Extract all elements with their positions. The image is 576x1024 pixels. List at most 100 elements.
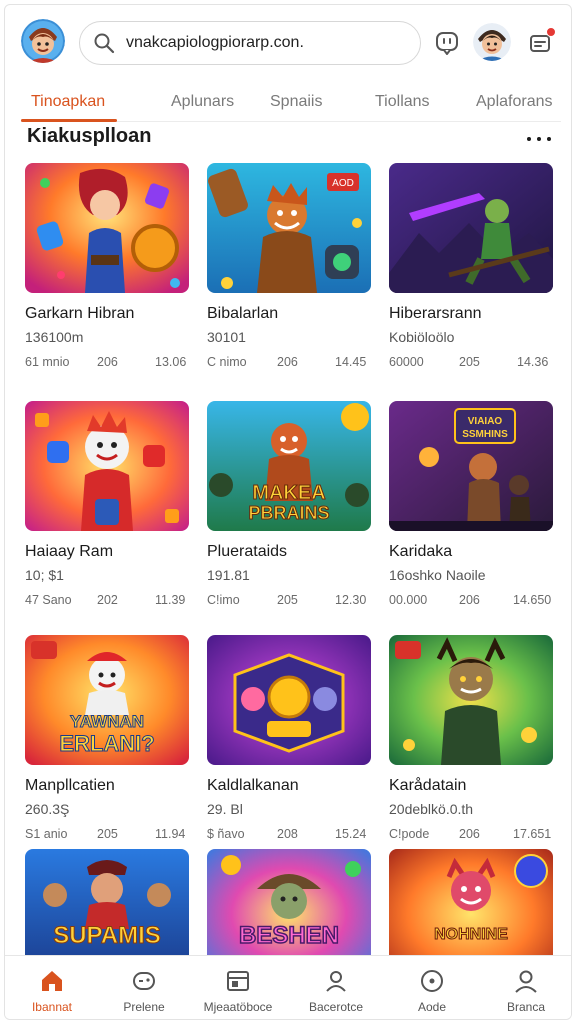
tab-aplunars[interactable]: Aplunars bbox=[171, 93, 234, 111]
thumb-logo-text: PBRAINS bbox=[248, 503, 329, 523]
game-meta-1: 47 Sano bbox=[25, 593, 72, 607]
thumb-logo-text: MAKEA bbox=[252, 482, 325, 504]
search-input[interactable] bbox=[126, 34, 416, 52]
game-subtitle: Kobiöloölo bbox=[389, 329, 455, 345]
magnifier-icon bbox=[94, 33, 115, 54]
game-thumbnail bbox=[389, 635, 553, 765]
section-title: Kiakusplloan bbox=[27, 125, 152, 147]
notification-button[interactable] bbox=[525, 27, 557, 59]
game-thumbnail bbox=[389, 163, 553, 293]
game-thumbnail bbox=[25, 163, 189, 293]
game-meta-3: 12.30 bbox=[335, 593, 367, 607]
thumb-logo-text: BESHEN bbox=[239, 922, 339, 949]
nav-item-profile[interactable]: Branca bbox=[479, 956, 571, 1019]
game-meta-3: 17.651 bbox=[513, 827, 552, 841]
nav-item-store[interactable]: Mjeaatöboce bbox=[191, 956, 285, 1019]
game-meta-2: 206 bbox=[459, 593, 480, 607]
game-thumbnail: YAWNAN ERLANI? bbox=[25, 635, 189, 765]
game-meta-3: 14.45 bbox=[335, 355, 367, 369]
game-title: Kaldlalkanan bbox=[207, 777, 299, 794]
game-subtitle: 10; $1 bbox=[25, 567, 64, 583]
game-meta-1: 60000 bbox=[389, 355, 424, 369]
profile-icon bbox=[515, 970, 537, 993]
tab-spnaiis[interactable]: Spnaiis bbox=[270, 93, 322, 111]
compass-icon bbox=[421, 970, 443, 992]
game-meta-1: C!pode bbox=[389, 827, 430, 841]
game-meta-2: 206 bbox=[277, 355, 298, 369]
game-meta-1: C!imo bbox=[207, 593, 240, 607]
game-meta-1: 00.000 bbox=[389, 593, 428, 607]
profile-avatar[interactable] bbox=[473, 23, 511, 61]
game-title: Haiaay Ram bbox=[25, 543, 114, 560]
nav-label: Prelene bbox=[123, 1000, 165, 1014]
search-bar[interactable] bbox=[79, 21, 421, 65]
nav-label: Branca bbox=[506, 1000, 546, 1014]
game-title: Garkarn Hibran bbox=[25, 305, 135, 322]
nav-label: Ibannat bbox=[31, 1000, 73, 1014]
more-options-icon[interactable] bbox=[527, 129, 551, 149]
game-subtitle: 29. Bl bbox=[207, 801, 243, 817]
game-meta-2: 206 bbox=[97, 355, 118, 369]
nav-item-social[interactable]: Bacerotce bbox=[289, 956, 383, 1019]
person-icon bbox=[326, 971, 346, 992]
tab-aplaforans[interactable]: Aplaforans bbox=[476, 93, 553, 111]
thumb-logo-text: NOHNINE bbox=[434, 926, 508, 943]
game-meta-3: 11.94 bbox=[155, 827, 186, 841]
active-tab-indicator bbox=[21, 119, 117, 122]
thumb-logo-text: ERLANI? bbox=[59, 731, 154, 756]
game-title: Karådatain bbox=[389, 777, 467, 794]
nav-item-explore[interactable]: Aode bbox=[385, 956, 479, 1019]
game-title: Bibalarlan bbox=[207, 305, 279, 322]
game-meta-3: 14.36 bbox=[517, 355, 549, 369]
app-window: Tinoapkan Aplunars Spnaiis Tiollans Apla… bbox=[4, 4, 572, 1020]
game-meta-3: 15.24 bbox=[335, 827, 367, 841]
thumb-logo-text: SUPAMIS bbox=[53, 922, 161, 949]
bottom-navigation: Ibannat Prelene Mjeaatöboce Bacerotce Ao… bbox=[5, 955, 571, 1019]
game-meta-1: C nimo bbox=[207, 355, 247, 369]
chat-bubble-icon[interactable] bbox=[431, 27, 463, 59]
user-avatar[interactable] bbox=[21, 19, 65, 63]
tab-tinoapkan[interactable]: Tinoapkan bbox=[31, 93, 105, 111]
notification-badge bbox=[546, 27, 556, 37]
game-meta-2: 208 bbox=[277, 827, 298, 841]
nav-label: Aode bbox=[417, 1000, 447, 1014]
game-title: Manpllcatien bbox=[25, 777, 115, 794]
game-meta-3: 11.39 bbox=[155, 593, 186, 607]
nav-item-home[interactable]: Ibannat bbox=[5, 956, 99, 1019]
thumb-logo-text: YAWNAN bbox=[70, 712, 144, 731]
game-meta-1: 61 mnio bbox=[25, 355, 70, 369]
game-subtitle: 191.81 bbox=[207, 567, 250, 583]
game-subtitle: 20deblkö.0.th bbox=[389, 801, 474, 817]
home-icon bbox=[42, 971, 62, 991]
game-meta-1: $ ñavo bbox=[207, 827, 245, 841]
top-bar bbox=[5, 5, 571, 79]
game-thumbnail: VIAIAO SSMHINS bbox=[389, 401, 553, 531]
nav-label: Bacerotce bbox=[308, 1000, 364, 1014]
game-thumbnail bbox=[207, 635, 371, 765]
game-meta-3: 13.06 bbox=[155, 355, 187, 369]
nav-label: Mjeaatöboce bbox=[203, 1000, 273, 1014]
game-subtitle: 260.3Ş bbox=[25, 801, 70, 817]
tab-tiollans[interactable]: Tiollans bbox=[375, 93, 430, 111]
thumb-logo-text: SSMHINS bbox=[462, 429, 508, 440]
category-tabs: Tinoapkan Aplunars Spnaiis Tiollans Apla… bbox=[5, 85, 571, 125]
game-meta-3: 14.650 bbox=[513, 593, 552, 607]
game-meta-2: 202 bbox=[97, 593, 118, 607]
nav-item-games[interactable]: Prelene bbox=[97, 956, 191, 1019]
game-subtitle: 16oshko Naoile bbox=[389, 567, 486, 583]
game-title: Hiberarsrann bbox=[389, 305, 482, 322]
game-subtitle: 30101 bbox=[207, 329, 246, 345]
game-title: Karidaka bbox=[389, 543, 453, 560]
game-thumbnail bbox=[25, 401, 189, 531]
game-thumbnail: AOD bbox=[207, 163, 371, 293]
game-meta-2: 205 bbox=[97, 827, 118, 841]
game-meta-1: S1 anio bbox=[25, 827, 68, 841]
game-meta-2: 205 bbox=[277, 593, 298, 607]
game-controller-icon bbox=[133, 972, 155, 990]
thumb-logo-text: VIAIAO bbox=[468, 416, 503, 427]
thumb-sign-text: AOD bbox=[332, 178, 354, 189]
game-title: Pluerataids bbox=[207, 543, 288, 560]
game-meta-2: 205 bbox=[459, 355, 480, 369]
game-meta-2: 206 bbox=[459, 827, 480, 841]
store-icon bbox=[227, 971, 249, 991]
